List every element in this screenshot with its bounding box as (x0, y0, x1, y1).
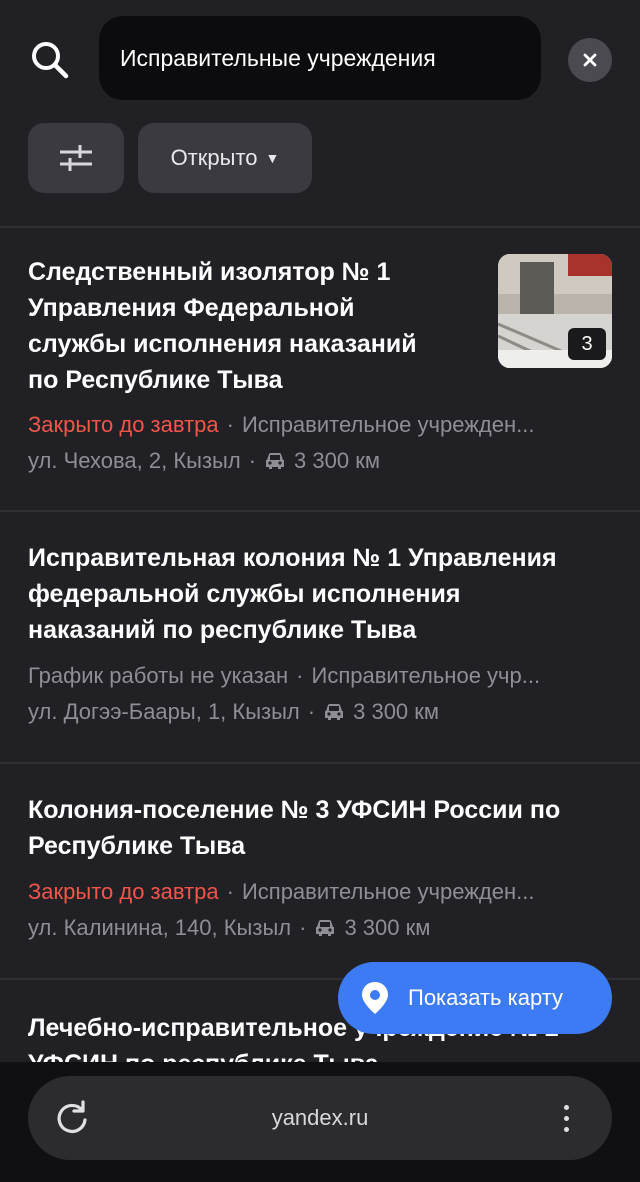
url-text[interactable]: yandex.ru (28, 1076, 612, 1160)
more-options-icon[interactable] (556, 1098, 576, 1138)
map-pin-icon (362, 982, 388, 1014)
address-bar[interactable]: yandex.ru (28, 1076, 612, 1160)
show-map-button[interactable]: Показать карту (338, 962, 612, 1034)
reload-icon[interactable] (52, 1098, 92, 1138)
show-map-label: Показать карту (408, 985, 564, 1010)
result-item[interactable]: Лечебно-исправительное учреждение № 2 УФ… (0, 0, 640, 1062)
browser-bottom-bar: yandex.ru (0, 1062, 640, 1182)
